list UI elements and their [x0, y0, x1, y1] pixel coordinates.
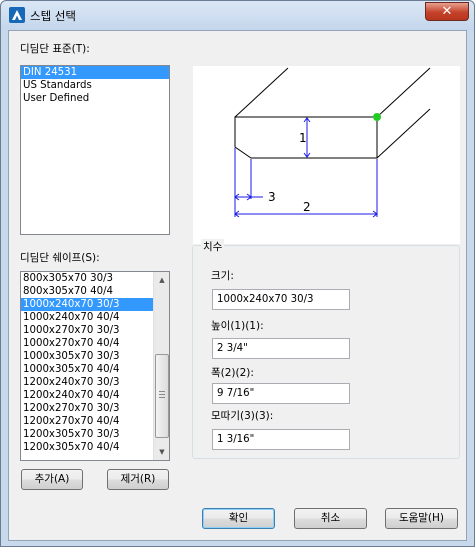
bottom-right-edge — [376, 108, 431, 159]
shapes-list-item[interactable]: 1200x305x70 30/3 — [21, 428, 154, 441]
top-right-edge — [376, 67, 431, 118]
shapes-list-item[interactable]: 1000x305x70 30/3 — [21, 350, 154, 363]
corner-marker — [373, 113, 381, 121]
dimensions-group-title: 치수 — [201, 239, 225, 254]
shapes-list-item[interactable]: 1200x240x70 40/4 — [21, 389, 154, 402]
chamfer-field[interactable]: 1 3/16" — [212, 429, 350, 450]
height-label: 높이(1)(1): — [211, 320, 264, 332]
size-label: 크기: — [211, 270, 234, 282]
width-label: 폭(2)(2): — [211, 367, 254, 379]
app-logo-icon — [9, 7, 25, 23]
shapes-scrollbar[interactable]: ▲ ▼ — [153, 272, 169, 460]
dimensions-group: 치수 크기: 1000x240x70 30/3 높이(1)(1): 2 3/4"… — [192, 239, 460, 459]
step-preview-drawing: 1 2 3 — [234, 67, 431, 218]
standards-label: 디딤단 표준(T): — [20, 43, 90, 55]
cancel-button[interactable]: 취소 — [294, 508, 367, 529]
chamfer-label: 모따기(3)(3): — [211, 410, 274, 422]
width-number: 2 — [303, 200, 311, 214]
shapes-listbox[interactable]: 800x305x70 30/3 800x305x70 40/4 1000x240x7… — [20, 271, 170, 461]
step-preview: 1 2 3 — [193, 66, 460, 244]
standards-listbox[interactable]: DIN 24531 US Standards User Defined — [20, 65, 170, 235]
scroll-thumb[interactable] — [155, 354, 169, 438]
dialog-client-area: 디딤단 표준(T): DIN 24531 US Standards User Def… — [8, 30, 467, 541]
standards-list-item[interactable]: DIN 24531 — [21, 66, 169, 79]
shapes-list-item[interactable]: 1000x240x70 40/4 — [21, 311, 154, 324]
chamfer-number: 3 — [268, 190, 276, 204]
height-number: 1 — [299, 131, 307, 145]
shapes-list-item[interactable]: 1000x270x70 30/3 — [21, 324, 154, 337]
scroll-down-icon[interactable]: ▼ — [156, 445, 168, 459]
window-title: 스텝 선택 — [30, 9, 76, 23]
title-bar[interactable]: 스텝 선택 ✕ — [1, 1, 474, 30]
size-field[interactable]: 1000x240x70 30/3 — [212, 289, 350, 310]
shapes-list-item[interactable]: 800x305x70 40/4 — [21, 285, 154, 298]
close-icon: ✕ — [441, 4, 453, 19]
help-button[interactable]: 도움말(H) — [385, 508, 458, 529]
close-button[interactable]: ✕ — [425, 2, 469, 21]
shapes-list-item[interactable]: 1200x240x70 30/3 — [21, 376, 154, 389]
add-button[interactable]: 추가(A) — [21, 469, 83, 490]
scroll-up-icon[interactable]: ▲ — [156, 273, 168, 287]
shapes-list-item[interactable]: 1200x270x70 30/3 — [21, 402, 154, 415]
shapes-list-item[interactable]: 1000x305x70 40/4 — [21, 363, 154, 376]
standards-list-item[interactable]: User Defined — [21, 92, 169, 105]
shapes-list-items: 800x305x70 30/3 800x305x70 40/4 1000x240x7… — [21, 272, 154, 454]
step-select-dialog: 스텝 선택 ✕ 디딤단 표준(T): DIN 24531 US Standards… — [0, 0, 475, 547]
height-field[interactable]: 2 3/4" — [212, 338, 350, 359]
shapes-list-item[interactable]: 1000x240x70 30/3 — [21, 298, 154, 311]
top-left-edge — [234, 67, 289, 118]
shapes-list-item[interactable]: 1200x305x70 40/4 — [21, 441, 154, 454]
width-field[interactable]: 9 7/16" — [212, 383, 350, 404]
ok-button[interactable]: 확인 — [202, 508, 275, 529]
shapes-list-item[interactable]: 1000x270x70 40/4 — [21, 337, 154, 350]
thumb-grip-icon — [159, 391, 165, 398]
shapes-list-item[interactable]: 800x305x70 30/3 — [21, 272, 154, 285]
standards-list-item[interactable]: US Standards — [21, 79, 169, 92]
shapes-label: 디딤단 쉐이프(S): — [20, 252, 100, 264]
shapes-list-item[interactable]: 1200x270x70 40/4 — [21, 415, 154, 428]
remove-button[interactable]: 제거(R) — [107, 469, 169, 490]
